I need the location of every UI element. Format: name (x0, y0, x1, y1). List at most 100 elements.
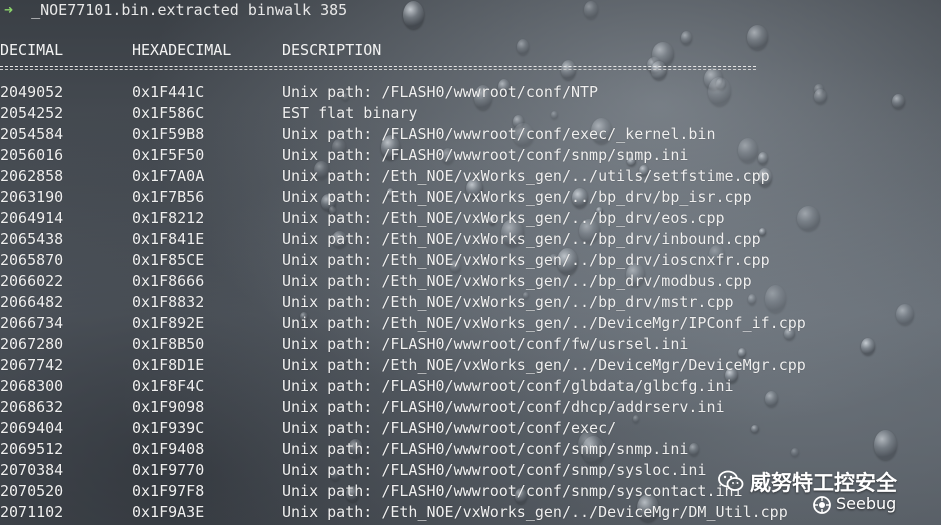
cell-decimal: 2065438 (0, 230, 64, 248)
cell-hexadecimal: 0x1F5F50 (132, 146, 205, 164)
cell-decimal: 2069404 (0, 419, 64, 437)
cell-hexadecimal: 0x1F8B50 (132, 335, 205, 353)
cell-description: Unix path: /FLASH0/wwwroot/conf/fw/usrse… (282, 335, 689, 353)
cell-description: Unix path: /FLASH0/wwwroot/conf/NTP (282, 83, 599, 101)
cell-description: Unix path: /Eth_NOE/vxWorks_gen/../utils… (282, 167, 770, 185)
table-row: 2069404 0x1F939C Unix path: /FLASH0/wwwroo… (0, 418, 941, 439)
cell-description: Unix path: /FLASH0/wwwroot/conf/snmp/snm… (282, 440, 689, 458)
cell-hexadecimal: 0x1F586C (132, 104, 205, 122)
cell-description: Unix path: /FLASH0/wwwroot/conf/exec/_ke… (282, 125, 716, 143)
cell-description: Unix path: /Eth_NOE/vxWorks_gen/../bp_dr… (282, 272, 752, 290)
cell-decimal: 2062858 (0, 167, 64, 185)
table-row: 2066022 0x1F8666 Unix path: /Eth_NOE/vxWor… (0, 271, 941, 292)
water-drop (584, 1, 598, 19)
table-row: 2054584 0x1F59B8 Unix path: /FLASH0/wwwroo… (0, 124, 941, 145)
cell-description: Unix path: /Eth_NOE/vxWorks_gen/../bp_dr… (282, 230, 761, 248)
table-row: 2062858 0x1F7A0A Unix path: /Eth_NOE/vxWor… (0, 166, 941, 187)
cell-description: Unix path: /Eth_NOE/vxWorks_gen/../Devic… (282, 356, 806, 374)
cell-hexadecimal: 0x1F7A0A (132, 167, 205, 185)
table-row: 2065870 0x1F85CE Unix path: /Eth_NOE/vxWor… (0, 250, 941, 271)
cell-hexadecimal: 0x1F9770 (132, 461, 205, 479)
watermark-subtitle: Seebug (836, 494, 897, 513)
cell-decimal: 2067280 (0, 335, 64, 353)
header-separator (0, 66, 756, 67)
cell-description: Unix path: /FLASH0/wwwroot/conf/snmp/sys… (282, 482, 743, 500)
cell-hexadecimal: 0x1F9408 (132, 440, 205, 458)
water-drop (403, 1, 424, 29)
water-drop (651, 61, 667, 80)
cell-hexadecimal: 0x1F841E (132, 230, 205, 248)
cell-hexadecimal: 0x1F7B56 (132, 188, 205, 206)
cell-decimal: 2070520 (0, 482, 64, 500)
header-separator-shadow (0, 69, 756, 70)
cell-description: Unix path: /Eth_NOE/vxWorks_gen/../bp_dr… (282, 251, 770, 269)
cell-hexadecimal: 0x1F8832 (132, 293, 205, 311)
cell-hexadecimal: 0x1F8D1E (132, 356, 205, 374)
table-row: 2056016 0x1F5F50 Unix path: /FLASH0/wwwroo… (0, 145, 941, 166)
table-row: 2067742 0x1F8D1E Unix path: /Eth_NOE/vxWor… (0, 355, 941, 376)
cell-description: Unix path: /Eth_NOE/vxWorks_gen/../bp_dr… (282, 209, 725, 227)
table-row: 2049052 0x1F441C Unix path: /FLASH0/wwwroo… (0, 82, 941, 103)
table-row: 2067280 0x1F8B50 Unix path: /FLASH0/wwwroo… (0, 334, 941, 355)
cell-hexadecimal: 0x1F939C (132, 419, 205, 437)
cell-description: Unix path: /FLASH0/wwwroot/conf/glbdata/… (282, 377, 734, 395)
cell-decimal: 2067742 (0, 356, 64, 374)
cell-description: Unix path: /Eth_NOE/vxWorks_gen/../Devic… (282, 314, 806, 332)
table-row: 2066482 0x1F8832 Unix path: /Eth_NOE/vxWor… (0, 292, 941, 313)
cell-decimal: 2066022 (0, 272, 64, 290)
cell-decimal: 2070384 (0, 461, 64, 479)
table-row: 2065438 0x1F841E Unix path: /Eth_NOE/vxWor… (0, 229, 941, 250)
table-row: 2066734 0x1F892E Unix path: /Eth_NOE/vxWor… (0, 313, 941, 334)
wechat-icon (718, 470, 744, 491)
cell-decimal: 2068300 (0, 377, 64, 395)
table-row: 2069512 0x1F9408 Unix path: /FLASH0/wwwroo… (0, 439, 941, 460)
cell-decimal: 2064914 (0, 209, 64, 227)
table-row: 2068632 0x1F9098 Unix path: /FLASH0/wwwroo… (0, 397, 941, 418)
cell-hexadecimal: 0x1F892E (132, 314, 205, 332)
water-drop (561, 60, 576, 80)
cell-decimal: 2056016 (0, 146, 64, 164)
watermark: 威努特工控安全 Seebug (718, 464, 941, 525)
cell-hexadecimal: 0x1F59B8 (132, 125, 205, 143)
cell-decimal: 2049052 (0, 83, 64, 101)
column-header-decimal: DECIMAL (0, 41, 64, 59)
cell-hexadecimal: 0x1F441C (132, 83, 205, 101)
water-drop (517, 39, 529, 55)
terminal-window: ➜ _NOE77101.bin.extracted binwalk 385 DE… (0, 0, 941, 525)
cell-description: Unix path: /Eth_NOE/vxWorks_gen/../bp_dr… (282, 293, 734, 311)
prompt-command: _NOE77101.bin.extracted binwalk 385 (13, 1, 348, 19)
water-drop (681, 31, 692, 45)
water-drop (747, 25, 768, 50)
cell-decimal: 2066482 (0, 293, 64, 311)
cell-description: Unix path: /FLASH0/wwwroot/conf/dhcp/add… (282, 398, 725, 416)
watermark-title: 威努特工控安全 (750, 471, 897, 495)
cell-description: Unix path: /Eth_NOE/vxWorks_gen/../Devic… (282, 503, 788, 521)
shell-prompt: ➜ _NOE77101.bin.extracted binwalk 385 (4, 0, 347, 21)
cell-hexadecimal: 0x1F8F4C (132, 377, 205, 395)
cell-decimal: 2071102 (0, 503, 64, 521)
cell-hexadecimal: 0x1F9A3E (132, 503, 205, 521)
table-row: 2064914 0x1F8212 Unix path: /Eth_NOE/vxWor… (0, 208, 941, 229)
prompt-arrow-icon: ➜ (4, 1, 14, 19)
cell-description: Unix path: /Eth_NOE/vxWorks_gen/../bp_dr… (282, 188, 752, 206)
table-row: 2063190 0x1F7B56 Unix path: /Eth_NOE/vxWor… (0, 187, 941, 208)
cell-decimal: 2065870 (0, 251, 64, 269)
cell-hexadecimal: 0x1F9098 (132, 398, 205, 416)
table-row: 2068300 0x1F8F4C Unix path: /FLASH0/wwwroo… (0, 376, 941, 397)
column-header-description: DESCRIPTION (282, 41, 382, 59)
table-row: 2054252 0x1F586C EST flat binary (0, 103, 941, 124)
cell-description: Unix path: /FLASH0/wwwroot/conf/snmp/snm… (282, 146, 689, 164)
seebug-logo-icon (813, 496, 831, 514)
cell-decimal: 2054252 (0, 104, 64, 122)
cell-description: Unix path: /FLASH0/wwwroot/conf/exec/ (282, 419, 617, 437)
cell-decimal: 2066734 (0, 314, 64, 332)
column-header-hexadecimal: HEXADECIMAL (132, 41, 232, 59)
cell-decimal: 2054584 (0, 125, 64, 143)
cell-description: Unix path: /FLASH0/wwwroot/conf/snmp/sys… (282, 461, 707, 479)
cell-decimal: 2063190 (0, 188, 64, 206)
cell-hexadecimal: 0x1F97F8 (132, 482, 205, 500)
cell-decimal: 2068632 (0, 398, 64, 416)
cell-hexadecimal: 0x1F85CE (132, 251, 205, 269)
cell-hexadecimal: 0x1F8212 (132, 209, 205, 227)
cell-description: EST flat binary (282, 104, 418, 122)
